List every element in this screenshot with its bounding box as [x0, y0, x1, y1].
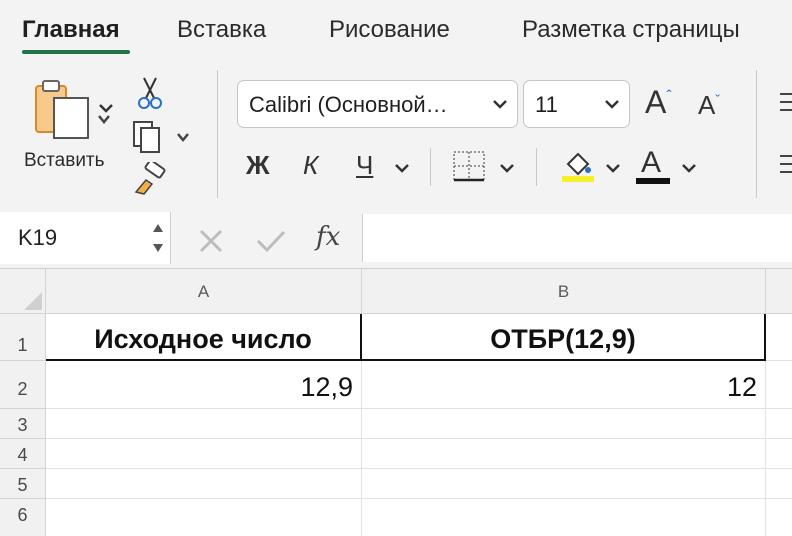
paste-label: Вставить	[24, 150, 105, 171]
cell-a2[interactable]: 12,9	[46, 361, 362, 409]
ribbon-home-panel: Вставить Calibri (Основной… 11 Aˆ Aˇ Ж К…	[0, 60, 792, 210]
chevron-down-icon	[493, 100, 507, 109]
align-center-icon[interactable]	[780, 150, 792, 180]
chevron-down-icon	[605, 100, 619, 109]
row-header-2[interactable]: 2	[0, 361, 46, 409]
increase-font-size-button[interactable]: Aˆ	[645, 84, 672, 121]
select-all-corner[interactable]	[0, 269, 46, 314]
ribbon-tab-bar: Главная Вставка Рисование Разметка стран…	[0, 0, 792, 60]
column-header-c[interactable]	[766, 269, 792, 314]
cell-b6[interactable]	[362, 499, 766, 536]
cell-b3[interactable]	[362, 409, 766, 439]
fill-color-swatch	[562, 176, 594, 182]
font-size-select[interactable]: 11	[523, 80, 630, 128]
group-separator	[217, 70, 218, 198]
fill-color-icon[interactable]	[560, 148, 596, 184]
font-family-select[interactable]: Calibri (Основной…	[237, 80, 518, 128]
caret-up-icon: ˆ	[666, 88, 672, 106]
underline-options-chevron-icon[interactable]	[394, 162, 410, 174]
increase-font-icon: A	[645, 84, 667, 120]
font-color-icon: A	[641, 146, 662, 179]
group-separator	[430, 148, 431, 186]
font-color-chevron-icon[interactable]	[681, 162, 697, 174]
tab-home[interactable]: Главная	[22, 16, 120, 44]
borders-icon[interactable]	[452, 150, 486, 182]
bold-button[interactable]: Ж	[246, 150, 270, 181]
cell-a6[interactable]	[46, 499, 362, 536]
format-painter-icon	[134, 159, 166, 195]
row-header-3[interactable]: 3	[0, 409, 46, 439]
name-box-stepper-icon[interactable]	[150, 218, 166, 258]
column-header-b[interactable]: B	[362, 269, 766, 314]
name-box[interactable]: K19	[0, 212, 171, 264]
fill-color-chevron-icon[interactable]	[605, 162, 621, 174]
cell-b2[interactable]: 12	[362, 361, 766, 409]
cell-c3[interactable]	[766, 409, 792, 439]
cell-b1[interactable]: ОТБР(12,9)	[362, 314, 766, 361]
font-size-value: 11	[535, 92, 558, 117]
tab-page-layout[interactable]: Разметка страницы	[522, 16, 740, 44]
row-header-1[interactable]: 1	[0, 314, 46, 361]
copy-icon	[133, 121, 189, 153]
formula-input[interactable]	[362, 214, 792, 262]
cell-c5[interactable]	[766, 469, 792, 499]
caret-down-icon: ˇ	[715, 91, 721, 108]
font-color-swatch	[636, 178, 670, 184]
insert-function-button[interactable]: fx	[316, 222, 340, 252]
group-separator	[756, 70, 757, 198]
font-color-button[interactable]: A	[641, 146, 661, 180]
cell-a3[interactable]	[46, 409, 362, 439]
cell-a4[interactable]	[46, 439, 362, 469]
cell-c2[interactable]	[766, 361, 792, 409]
column-header-a[interactable]: A	[46, 269, 362, 314]
cell-c4[interactable]	[766, 439, 792, 469]
select-all-icon	[24, 292, 42, 310]
cut-button[interactable]	[136, 76, 164, 115]
cell-b5[interactable]	[362, 469, 766, 499]
font-family-value: Calibri (Основной…	[249, 92, 448, 117]
tab-draw[interactable]: Рисование	[329, 16, 450, 44]
align-icon[interactable]	[780, 88, 792, 118]
cell-a1[interactable]: Исходное число	[46, 314, 362, 361]
decrease-font-size-button[interactable]: Aˇ	[698, 90, 720, 121]
italic-button[interactable]: К	[303, 150, 318, 181]
spreadsheet-grid: A B 1 2 3 4 5 6 Исходное число ОТБР(12,9…	[0, 268, 792, 536]
tab-insert[interactable]: Вставка	[177, 16, 266, 44]
row-header-4[interactable]: 4	[0, 439, 46, 469]
paste-options-chevron-icon[interactable]	[98, 102, 114, 114]
row-header-5[interactable]: 5	[0, 469, 46, 499]
paste-button[interactable]	[30, 78, 110, 151]
cell-a5[interactable]	[46, 469, 362, 499]
group-separator	[536, 148, 537, 186]
name-box-value: K19	[18, 225, 58, 250]
copy-button[interactable]	[132, 120, 194, 159]
decrease-font-icon: A	[698, 90, 716, 120]
confirm-entry-icon[interactable]	[254, 226, 288, 256]
borders-chevron-icon[interactable]	[499, 162, 515, 174]
cell-b4[interactable]	[362, 439, 766, 469]
row-header-6[interactable]: 6	[0, 499, 46, 536]
format-painter-button[interactable]	[132, 159, 168, 201]
cut-icon	[138, 77, 162, 109]
cell-c1[interactable]	[766, 314, 792, 361]
underline-button[interactable]: Ч	[356, 150, 373, 181]
cell-c6[interactable]	[766, 499, 792, 536]
cancel-entry-icon[interactable]	[196, 226, 226, 256]
active-tab-indicator	[22, 50, 130, 54]
